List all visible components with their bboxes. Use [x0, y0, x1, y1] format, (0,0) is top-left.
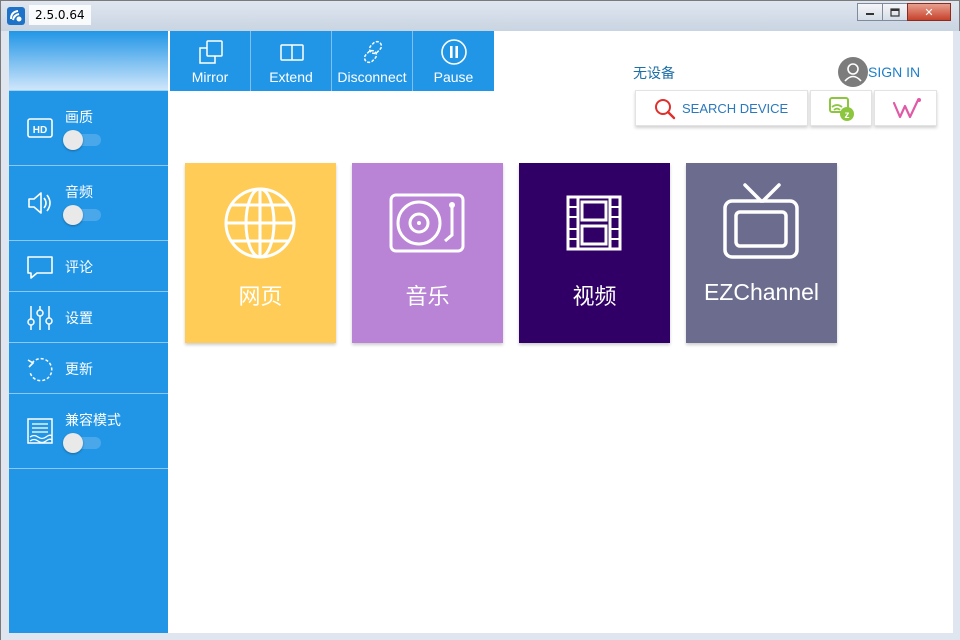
tv-icon [723, 183, 799, 259]
pause-button[interactable]: Pause [413, 31, 494, 91]
sidebar-item-label: 更新 [65, 362, 93, 378]
app-logo-icon [7, 7, 25, 25]
tile-music[interactable]: 音乐 [352, 163, 503, 343]
toggle-knob [63, 205, 83, 225]
svg-text:z: z [845, 110, 850, 121]
tile-label: 音乐 [405, 285, 450, 310]
audio-toggle[interactable] [63, 205, 101, 225]
w-logo-icon [892, 98, 921, 119]
turntable-icon [389, 193, 465, 253]
mirror-button[interactable]: Mirror [170, 31, 251, 91]
window-frame-left [1, 31, 9, 633]
window-controls: ✕ [857, 3, 951, 21]
sidebar-item-label: 画质 [65, 110, 93, 126]
sign-in-button[interactable]: SIGN IN [838, 57, 920, 87]
ez-cast-icon: z [829, 97, 854, 121]
globe-icon [224, 187, 296, 259]
compat-toggle[interactable] [63, 433, 101, 453]
app-window: 2.5.0.64 ✕ HD 画质 音频 评论 设置 更新 兼容模式 Mirror… [0, 0, 960, 640]
toolbar-label: Pause [433, 69, 474, 85]
toggle-knob [63, 433, 83, 453]
compat-icon [27, 418, 53, 444]
tile-label: 视频 [572, 285, 617, 310]
window-frame-bottom [1, 633, 960, 640]
window-frame-right [953, 31, 960, 633]
version-label: 2.5.0.64 [29, 5, 91, 25]
sidebar-item-label: 设置 [65, 311, 93, 327]
svg-text:HD: HD [33, 125, 47, 136]
hd-icon: HD [27, 118, 53, 138]
pause-icon [441, 39, 467, 65]
sidebar-header [9, 31, 168, 91]
sidebar-item-compat[interactable]: 兼容模式 [9, 394, 168, 469]
film-icon [566, 195, 622, 251]
main-panel: Mirror Extend Disconnect Pause 无设备 SIGN … [168, 31, 953, 633]
toolbar: Mirror Extend Disconnect Pause [170, 31, 494, 91]
sidebar-item-quality[interactable]: HD 画质 [9, 91, 168, 166]
mirror-icon [199, 40, 223, 64]
tile-web[interactable]: 网页 [185, 163, 336, 343]
sidebar-item-label: 评论 [65, 260, 93, 276]
speaker-icon [28, 192, 51, 214]
disconnect-icon [363, 40, 383, 64]
search-device-button[interactable]: SEARCH DEVICE [635, 90, 808, 126]
toolbar-label: Disconnect [337, 69, 407, 85]
sidebar-item-settings[interactable]: 设置 [9, 292, 168, 343]
disconnect-button[interactable]: Disconnect [332, 31, 413, 91]
title-bar: 2.5.0.64 ✕ [1, 1, 959, 31]
sliders-icon [27, 306, 53, 330]
sidebar-item-label: 音频 [65, 185, 93, 201]
minimize-icon [866, 13, 874, 15]
device-actions: SEARCH DEVICE z [635, 90, 937, 126]
tile-ezchannel[interactable]: EZChannel [686, 163, 837, 343]
avatar-icon [838, 57, 868, 87]
ez-air-button[interactable] [874, 90, 937, 126]
close-icon: ✕ [924, 5, 934, 19]
sidebar-item-update[interactable]: 更新 [9, 343, 168, 394]
close-button[interactable]: ✕ [907, 3, 951, 21]
toolbar-label: Mirror [191, 69, 229, 85]
extend-icon [280, 44, 304, 61]
sidebar-item-label: 兼容模式 [65, 413, 121, 429]
toolbar-label: Extend [269, 69, 313, 85]
tile-video[interactable]: 视频 [519, 163, 670, 343]
toggle-knob [63, 130, 83, 150]
search-icon [655, 99, 676, 120]
content-tiles: 网页 音乐 视频 EZChannel [185, 163, 837, 343]
sidebar: HD 画质 音频 评论 设置 更新 兼容模式 [9, 31, 168, 633]
refresh-icon [27, 357, 53, 382]
quality-toggle[interactable] [63, 130, 101, 150]
extend-button[interactable]: Extend [251, 31, 332, 91]
maximize-icon [890, 7, 900, 17]
search-device-label: SEARCH DEVICE [682, 101, 789, 116]
tile-label: EZChannel [703, 279, 820, 305]
sidebar-item-audio[interactable]: 音频 [9, 166, 168, 241]
tile-label: 网页 [238, 285, 283, 310]
sidebar-item-comment[interactable]: 评论 [9, 241, 168, 292]
ez-cast-button[interactable]: z [810, 90, 872, 126]
comment-icon [27, 256, 53, 279]
maximize-button[interactable] [882, 3, 908, 21]
device-status: 无设备 [633, 66, 675, 82]
sign-in-label: SIGN IN [868, 64, 921, 80]
minimize-button[interactable] [857, 3, 883, 21]
